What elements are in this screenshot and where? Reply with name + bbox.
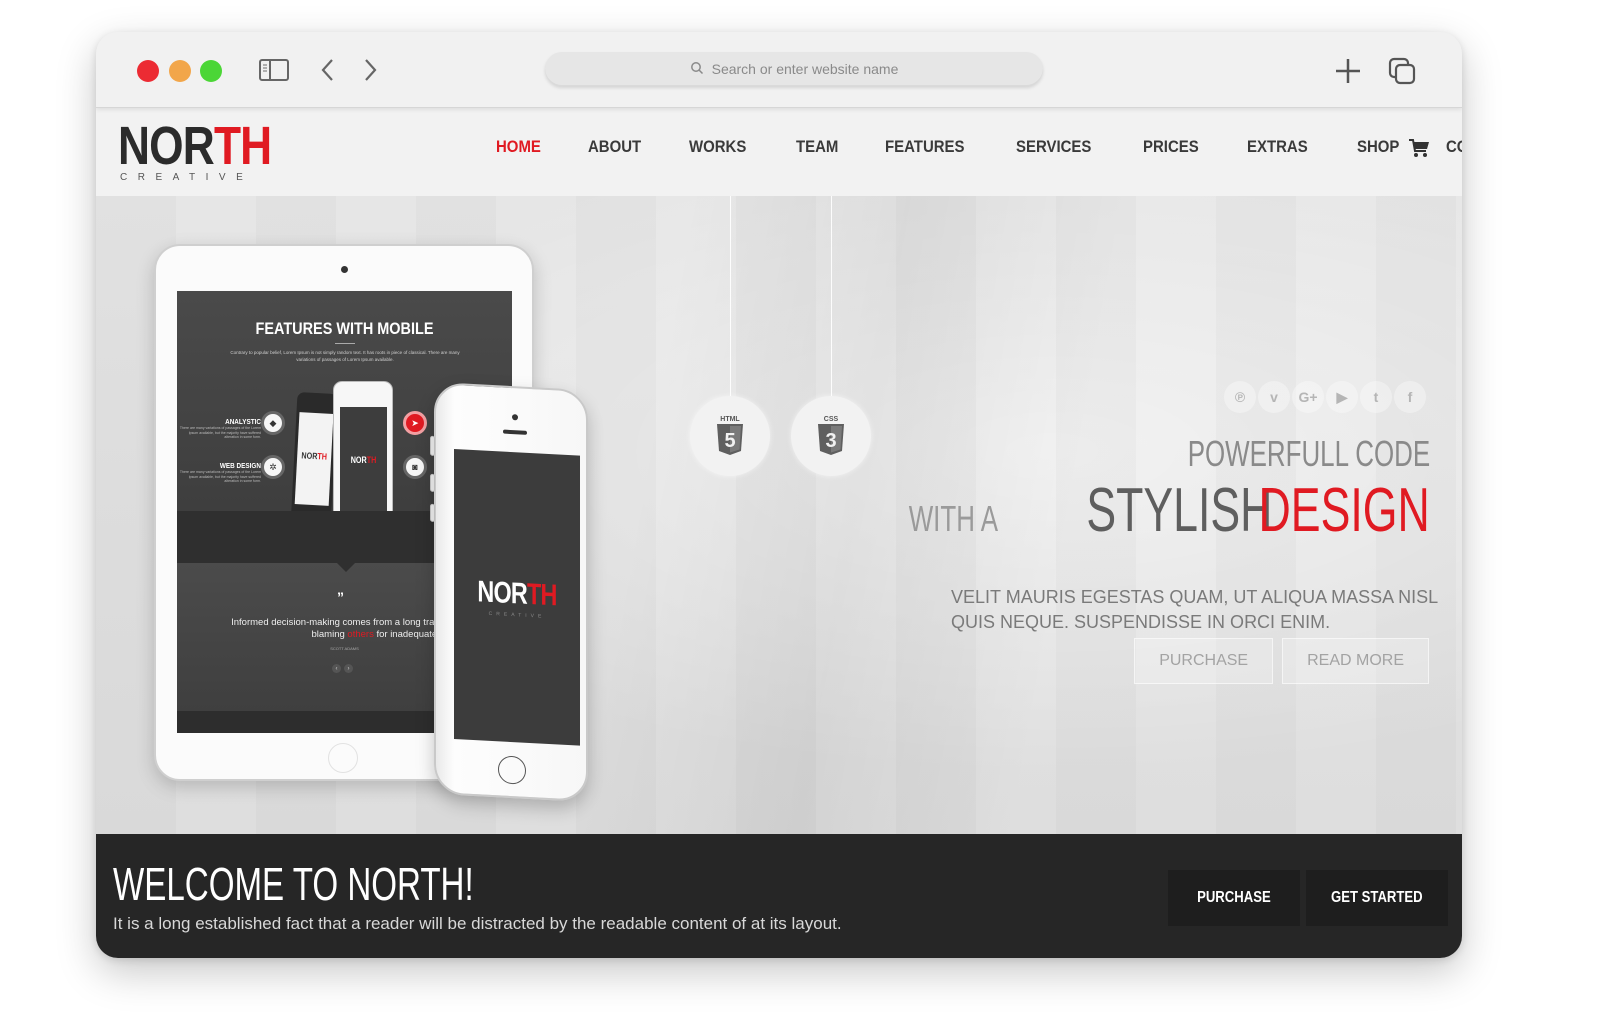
phone-camera <box>512 414 518 421</box>
social-links: ℗ v G+ ▶ t f <box>1224 381 1426 413</box>
welcome-text: It is a long established fact that a rea… <box>113 914 842 933</box>
phone-mockup: NORTH CREATIVE <box>430 381 588 803</box>
nav-item-home[interactable]: HOME <box>496 137 541 157</box>
hero-headline: POWERFULL CODE WITH A STYLISH DESIGN <box>874 434 1430 544</box>
quote-icon: ” <box>337 589 344 605</box>
phone-screen: NORTH CREATIVE <box>454 449 580 746</box>
welcome-title: WELCOME TO NORTH! <box>113 858 474 910</box>
phone-logo: NORTH <box>477 575 557 613</box>
nav-item-extras[interactable]: EXTRAS <box>1247 137 1308 157</box>
forward-arrow-icon[interactable] <box>360 56 380 84</box>
tabs-overview-icon[interactable] <box>1387 56 1417 86</box>
hero-buttons: PURCHASE READ MORE <box>1134 638 1429 684</box>
facebook-icon[interactable]: f <box>1394 381 1426 413</box>
nav-item-about[interactable]: ABOUT <box>588 137 641 157</box>
logo-red-text: TH <box>213 116 272 176</box>
address-placeholder: Search or enter website name <box>711 61 899 77</box>
html5-shield-icon: 5 <box>717 424 743 455</box>
welcome-section: WELCOME TO NORTH! It is a long establish… <box>96 834 1462 958</box>
html5-badge: HTML 5 <box>690 396 770 476</box>
divider <box>335 343 355 344</box>
nav-item-services[interactable]: SERVICES <box>1016 137 1091 157</box>
hero-read-more-button[interactable]: READ MORE <box>1282 638 1429 684</box>
cursor-icon: ➤ <box>403 411 427 435</box>
tablet-intro-text: Contrary to popular belief, Lorem Ipsum … <box>230 350 460 362</box>
welcome-purchase-button[interactable]: PURCHASE <box>1168 870 1300 926</box>
google-plus-icon[interactable]: G+ <box>1292 381 1324 413</box>
css3-shield-icon: 3 <box>818 424 844 455</box>
minimize-window-button[interactable] <box>169 60 191 82</box>
back-arrow-icon[interactable] <box>318 56 338 84</box>
tablet-features-title: FEATURES WITH MOBILE <box>255 319 434 338</box>
chevron-right-icon: › <box>344 664 353 673</box>
twitter-icon[interactable]: t <box>1360 381 1392 413</box>
camera-icon: ◙ <box>403 455 427 479</box>
tablet-feature-web-design: WEB DESIGN There are many variations of … <box>179 461 261 483</box>
vimeo-icon[interactable]: v <box>1258 381 1290 413</box>
new-tab-icon[interactable] <box>1333 56 1363 86</box>
tablet-home-button <box>328 743 358 773</box>
site-logo[interactable]: NORTH CREATIVE <box>118 116 305 183</box>
browser-toolbar: Search or enter website name <box>96 32 1462 108</box>
maximize-window-button[interactable] <box>200 60 222 82</box>
nav-item-works[interactable]: WORKS <box>689 137 746 157</box>
chevron-left-icon: ‹ <box>332 664 341 673</box>
hero-section: FEATURES WITH MOBILE Contrary to popular… <box>96 196 1462 834</box>
close-window-button[interactable] <box>137 60 159 82</box>
gear-icon: ✲ <box>261 455 285 479</box>
tablet-feature-analystic: ANALYSTIC There are many variations of p… <box>179 417 261 439</box>
svg-text:5: 5 <box>724 430 735 452</box>
logo-dark-text: NOR <box>118 116 215 176</box>
css3-badge: CSS 3 <box>791 396 871 476</box>
nav-item-team[interactable]: TEAM <box>796 137 838 157</box>
nav-item-shop[interactable]: SHOP <box>1357 137 1399 157</box>
hero-subtitle: VELIT MAURIS EGESTAS QUAM, UT ALIQUA MAS… <box>951 587 1439 632</box>
site-header: NORTH CREATIVE HOME ABOUT WORKS TEAM FEA… <box>96 108 1462 196</box>
search-icon <box>690 61 704 78</box>
hero-purchase-button[interactable]: PURCHASE <box>1134 638 1274 684</box>
youtube-icon[interactable]: ▶ <box>1326 381 1358 413</box>
phone-speaker <box>503 429 527 435</box>
mini-phone-dark-mockup: NORTH <box>290 392 338 529</box>
sidebar-icon[interactable] <box>259 58 289 82</box>
address-bar[interactable]: Search or enter website name <box>545 52 1043 86</box>
phone-home-button <box>498 755 526 785</box>
svg-text:3: 3 <box>825 430 836 452</box>
diamond-icon: ◆ <box>261 411 285 435</box>
hero-line-stylish-design: WITH A STYLISH DESIGN <box>908 476 1430 545</box>
pinterest-icon[interactable]: ℗ <box>1224 381 1256 413</box>
shopping-cart-icon[interactable] <box>1408 138 1430 158</box>
nav-item-features[interactable]: FEATURES <box>885 137 965 157</box>
tablet-camera <box>341 266 348 273</box>
browser-window: Search or enter website name NORTH CREAT… <box>96 32 1462 958</box>
main-navigation: HOME ABOUT WORKS TEAM FEATURES SERVICES … <box>496 137 1462 157</box>
welcome-buttons: PURCHASE GET STARTED <box>1168 870 1448 926</box>
tablet-slider-controls: ‹ › <box>332 664 353 673</box>
get-started-button[interactable]: GET STARTED <box>1306 870 1448 926</box>
nav-item-prices[interactable]: PRICES <box>1143 137 1199 157</box>
hero-line-powerfull-code: POWERFULL CODE <box>1187 433 1430 474</box>
nav-item-contact[interactable]: CONTACT <box>1446 137 1462 157</box>
